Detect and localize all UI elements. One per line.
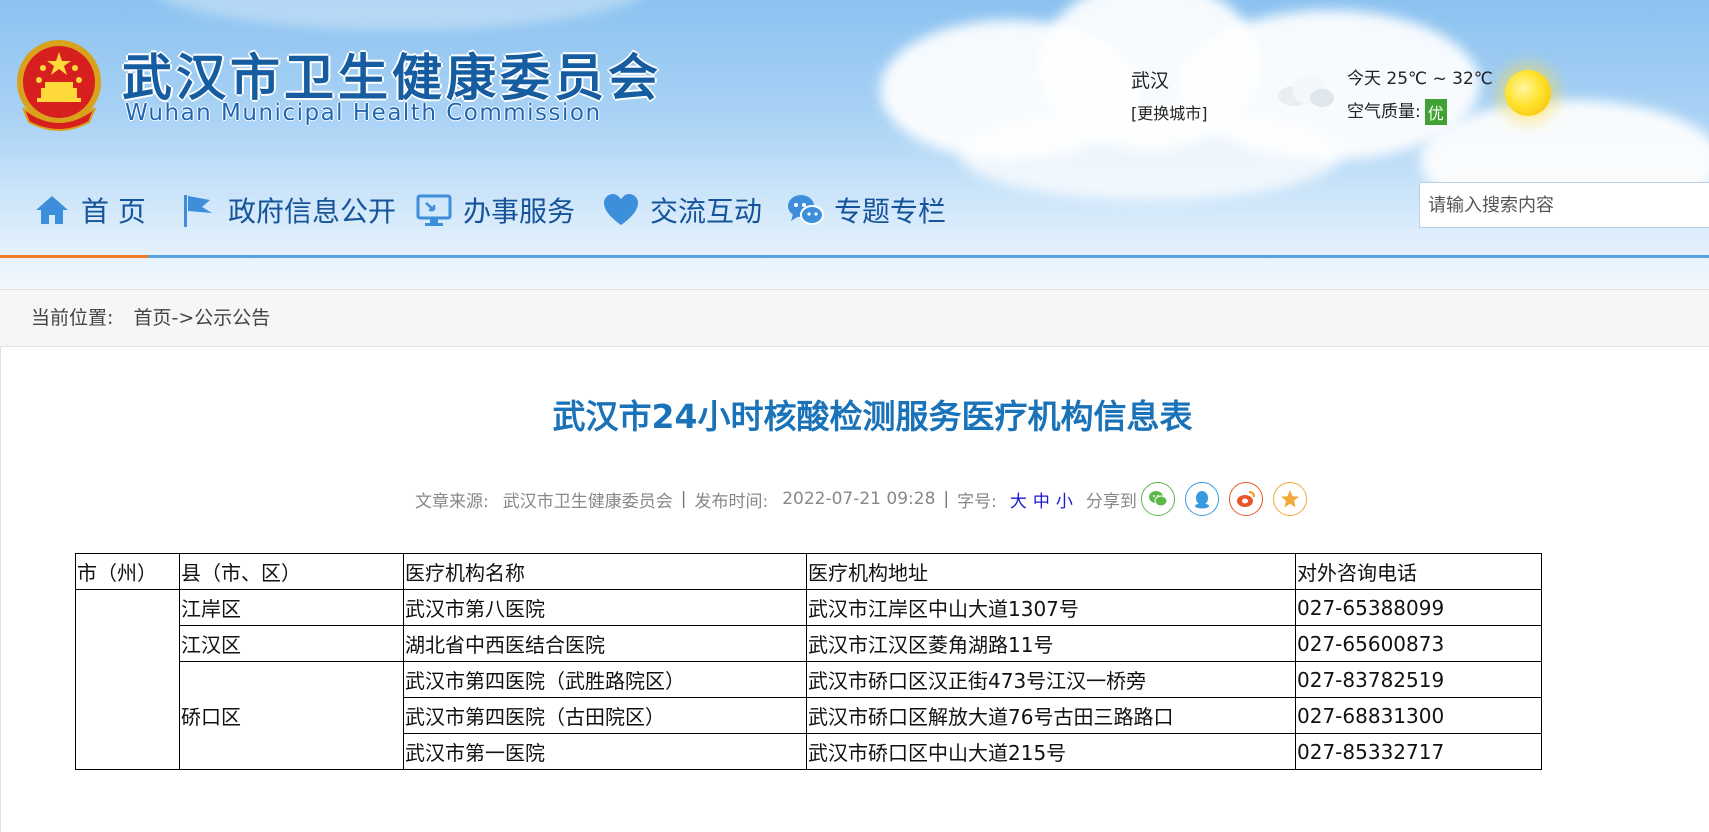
weather-city: 武汉: [1131, 70, 1170, 92]
hospital-address-cell: 武汉市江汉区菱角湖路11号: [806, 625, 1296, 662]
change-city-link[interactable]: [更换城市]: [1131, 100, 1208, 124]
flag-icon: [184, 195, 212, 227]
table-header-cell: 市（州）: [75, 553, 180, 590]
nav-item-label: 专题专栏: [834, 195, 947, 228]
table-row: 江岸区 武汉市第八医院 武汉市江岸区中山大道1307号 027-65388099: [75, 589, 1542, 770]
hospital-phone-cell: 027-85332717: [1295, 733, 1542, 770]
share-qq-button[interactable]: [1184, 482, 1219, 516]
hospital-address-cell: 武汉市江岸区中山大道1307号: [806, 589, 1296, 626]
table-header-cell: 医疗机构地址: [806, 553, 1296, 590]
wechat-icon: [1148, 491, 1168, 507]
nav-item-interaction[interactable]: 交流互动: [602, 180, 762, 240]
hospital-name-cell: 武汉市第四医院（古田院区）: [403, 697, 807, 734]
hospital-phone-cell: 027-65388099: [1295, 589, 1542, 626]
nav-divider: [0, 255, 1709, 258]
nav-item-home[interactable]: 首 页: [33, 180, 146, 240]
publish-time: 2022-07-21 09:28: [782, 489, 936, 509]
share-weibo-button[interactable]: [1228, 482, 1263, 516]
source-value: 武汉市卫生健康委员会: [502, 491, 673, 512]
hospital-name-cell: 武汉市第四医院（武胜路院区）: [403, 661, 807, 698]
font-size-medium[interactable]: 中: [1033, 487, 1050, 512]
sun-icon: [1505, 70, 1551, 116]
nav-item-services[interactable]: 办事服务: [415, 180, 575, 240]
district-cell: 江岸区: [179, 589, 404, 626]
air-quality-label: 空气质量:: [1347, 102, 1421, 122]
hospital-phone-cell: 027-68831300: [1295, 697, 1542, 734]
air-quality-badge: 优: [1424, 99, 1447, 125]
table-row: 江汉区 湖北省中西医结合医院 武汉市江汉区菱角湖路11号 027-6560087…: [76, 625, 1542, 662]
breadcrumb-current-link[interactable]: 公示公告: [194, 307, 270, 329]
table-header-row: 市（州） 县（市、区） 医疗机构名称 医疗机构地址 对外咨询电话: [75, 553, 1542, 590]
chat-icon: [788, 195, 824, 225]
air-quality: 空气质量: 优: [1347, 97, 1447, 125]
district-cell: 江汉区: [179, 625, 404, 662]
search-input[interactable]: [1419, 182, 1709, 228]
nav-item-special-topics[interactable]: 专题专栏: [786, 180, 946, 240]
publish-label: 发布时间:: [694, 491, 769, 512]
nav-item-label: 首 页: [81, 195, 146, 228]
table-header-cell: 县（市、区）: [179, 553, 404, 590]
hospital-phone-cell: 027-65600873: [1295, 625, 1542, 662]
share-label: 分享到: [1085, 491, 1137, 512]
hospital-name-cell: 湖北省中西医结合医院: [403, 625, 807, 662]
info-table: 市（州） 县（市、区） 医疗机构名称 医疗机构地址 对外咨询电话 江岸区 武汉市…: [75, 553, 1542, 770]
hospital-address-cell: 武汉市硚口区汉正街473号江汉一桥旁: [806, 661, 1296, 698]
site-header: 武汉市卫生健康委员会 Wuhan Municipal Health Commis…: [0, 0, 1709, 290]
nav-item-label: 政府信息公开: [228, 195, 397, 228]
monitor-icon: [416, 194, 452, 226]
share-favorite-button[interactable]: [1272, 482, 1307, 516]
font-size-label: 字号:: [957, 491, 997, 512]
table-row: 硚口区 武汉市第四医院（武胜路院区） 武汉市硚口区汉正街473号江汉一桥旁 02…: [76, 661, 1542, 770]
nav-item-label: 交流互动: [650, 195, 763, 228]
cloud-icon: [1278, 76, 1334, 107]
qq-icon: [1194, 491, 1209, 509]
breadcrumb-home-link[interactable]: 首页: [133, 307, 171, 329]
home-icon: [36, 196, 68, 224]
city-cell: [75, 589, 180, 770]
hospital-phone-cell: 027-83782519: [1295, 661, 1542, 698]
weather-temperature: 今天 25℃ ~ 32℃: [1347, 69, 1493, 89]
nav-item-label: 办事服务: [463, 195, 576, 228]
national-emblem-icon: [17, 40, 101, 131]
hospital-name-cell: 武汉市第八医院: [403, 589, 807, 626]
source-label: 文章来源:: [415, 491, 489, 512]
hospital-address-cell: 武汉市硚口区解放大道76号古田三路路口: [806, 697, 1296, 734]
font-size-large[interactable]: 大: [1010, 487, 1027, 512]
district-cell: 硚口区: [179, 661, 404, 770]
article-meta: 文章来源: 武汉市卫生健康委员会 | 发布时间: 2022-07-21 09:2…: [415, 478, 1307, 520]
meta-separator: |: [943, 489, 950, 509]
meta-separator: |: [680, 489, 687, 509]
breadcrumb: 当前位置: 首页->公示公告: [0, 289, 1709, 347]
font-size-small[interactable]: 小: [1056, 487, 1073, 512]
table-header-cell: 医疗机构名称: [403, 553, 807, 590]
share-wechat-button[interactable]: [1140, 482, 1175, 516]
site-subtitle: Wuhan Municipal Health Commission: [125, 100, 602, 126]
background-cloud: [150, 0, 650, 30]
nav-active-indicator: [0, 255, 148, 258]
breadcrumb-label: 当前位置:: [31, 307, 114, 329]
weibo-icon: [1236, 491, 1255, 507]
hospital-name-cell: 武汉市第一医院: [403, 733, 807, 770]
table-header-cell: 对外咨询电话: [1295, 553, 1542, 590]
nav-item-gov-info[interactable]: 政府信息公开: [180, 180, 396, 240]
hospital-address-cell: 武汉市硚口区中山大道215号: [806, 733, 1296, 770]
article-title: 武汉市24小时核酸检测服务医疗机构信息表: [552, 397, 1193, 436]
breadcrumb-arrow: ->: [171, 307, 195, 329]
heart-icon: [604, 194, 638, 225]
favorite-star-icon: [1280, 490, 1299, 508]
